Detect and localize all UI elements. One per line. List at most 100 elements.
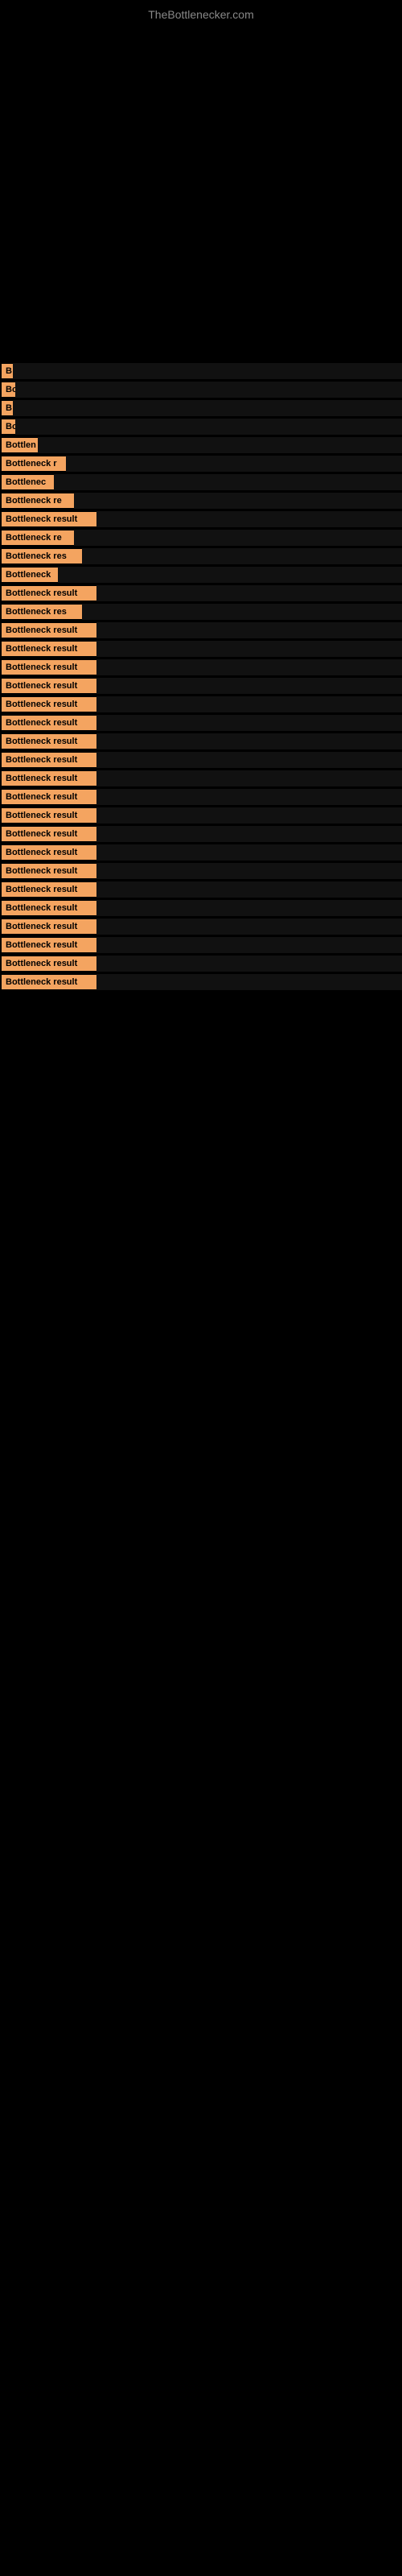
bottleneck-item: Bottleneck result xyxy=(0,844,402,861)
bottleneck-bar-bg xyxy=(15,419,402,435)
bottleneck-label: Bottleneck result xyxy=(2,734,96,749)
bottleneck-label: Bottleneck result xyxy=(2,753,96,767)
bottleneck-bar-bg xyxy=(96,900,402,916)
bottleneck-bar-bg xyxy=(54,474,402,490)
bottleneck-item: Bottleneck r xyxy=(0,456,402,472)
bottleneck-bar-bg xyxy=(82,548,402,564)
bottleneck-item: Bottleneck result xyxy=(0,641,402,657)
bottleneck-item: Bottleneck result xyxy=(0,789,402,805)
bottleneck-item: Bottleneck result xyxy=(0,900,402,916)
bottleneck-bar-bg xyxy=(66,456,402,472)
bottleneck-label: Bottlen xyxy=(2,438,38,452)
bottleneck-item: Bottleneck result xyxy=(0,733,402,749)
bottleneck-bar-bg xyxy=(96,511,402,527)
bottleneck-label: Bottleneck result xyxy=(2,882,96,897)
bottleneck-bar-bg xyxy=(96,585,402,601)
bottleneck-item: Bottleneck result xyxy=(0,752,402,768)
bottleneck-item: Bottleneck result xyxy=(0,715,402,731)
bottleneck-bar-bg xyxy=(96,863,402,879)
bottleneck-item: Bottleneck re xyxy=(0,530,402,546)
bottleneck-bar-bg xyxy=(96,715,402,731)
bottleneck-label: Bottleneck result xyxy=(2,679,96,693)
bottleneck-item: Bottleneck result xyxy=(0,807,402,824)
bottleneck-item: Bottleneck result xyxy=(0,659,402,675)
bottleneck-bar-bg xyxy=(96,622,402,638)
bottleneck-bar-bg xyxy=(96,678,402,694)
bottleneck-label: Bottleneck result xyxy=(2,956,96,971)
bottleneck-items-container: B Bo B Bo Bottlen Bottleneck r Bottlenec Bottle… xyxy=(0,363,402,993)
bottleneck-label: Bottleneck xyxy=(2,568,58,582)
bottleneck-bar-bg xyxy=(74,493,402,509)
bottleneck-label: Bottleneck r xyxy=(2,456,66,471)
bottleneck-label: Bottleneck res xyxy=(2,549,82,564)
bottleneck-item: Bottlenec xyxy=(0,474,402,490)
bottleneck-item: B xyxy=(0,363,402,379)
bottleneck-label: Bottleneck result xyxy=(2,919,96,934)
bottleneck-label: Bottleneck result xyxy=(2,660,96,675)
bottleneck-label: Bottleneck result xyxy=(2,864,96,878)
bottleneck-bar-bg xyxy=(38,437,402,453)
bottleneck-label: Bottleneck re xyxy=(2,493,74,508)
bottleneck-label: Bottlenec xyxy=(2,475,54,489)
bottleneck-item: Bottleneck result xyxy=(0,863,402,879)
bottleneck-item: Bottleneck result xyxy=(0,696,402,712)
bottleneck-label: B xyxy=(2,364,13,378)
bottleneck-item: Bottleneck result xyxy=(0,826,402,842)
bottleneck-label: Bottleneck result xyxy=(2,938,96,952)
bottleneck-bar-bg xyxy=(82,604,402,620)
bottleneck-item: Bo xyxy=(0,382,402,398)
bottleneck-bar-bg xyxy=(96,770,402,786)
bottleneck-item: Bottleneck result xyxy=(0,678,402,694)
chart-area xyxy=(0,25,402,363)
bottleneck-label: Bottleneck result xyxy=(2,716,96,730)
bottleneck-label: Bottleneck result xyxy=(2,586,96,601)
site-title: TheBottlenecker.com xyxy=(0,0,402,25)
bottleneck-label: Bottleneck result xyxy=(2,771,96,786)
bottleneck-bar-bg xyxy=(96,919,402,935)
bottleneck-item: Bottleneck result xyxy=(0,937,402,953)
bottleneck-label: Bottleneck result xyxy=(2,975,96,989)
bottleneck-item: Bottleneck result xyxy=(0,919,402,935)
bottleneck-bar-bg xyxy=(13,400,402,416)
bottleneck-bar-bg xyxy=(96,733,402,749)
bottleneck-bar-bg xyxy=(96,937,402,953)
bottleneck-item: Bottleneck xyxy=(0,567,402,583)
bottleneck-bar-bg xyxy=(96,659,402,675)
bottleneck-label: Bottleneck re xyxy=(2,530,74,545)
bottleneck-item: Bottleneck result xyxy=(0,881,402,898)
bottleneck-label: Bottleneck result xyxy=(2,808,96,823)
bottleneck-bar-bg xyxy=(13,363,402,379)
bottleneck-label: Bottleneck result xyxy=(2,901,96,915)
bottleneck-item: Bottleneck res xyxy=(0,604,402,620)
bottleneck-label: B xyxy=(2,401,13,415)
bottleneck-item: Bottleneck result xyxy=(0,770,402,786)
bottleneck-bar-bg xyxy=(96,826,402,842)
bottleneck-bar-bg xyxy=(58,567,402,583)
bottleneck-label: Bottleneck result xyxy=(2,512,96,526)
bottleneck-label: Bottleneck res xyxy=(2,605,82,619)
bottleneck-label: Bottleneck result xyxy=(2,642,96,656)
bottleneck-item: Bottleneck result xyxy=(0,974,402,990)
bottleneck-label: Bottleneck result xyxy=(2,845,96,860)
bottleneck-bar-bg xyxy=(96,974,402,990)
bottleneck-bar-bg xyxy=(96,789,402,805)
bottleneck-item: Bottleneck res xyxy=(0,548,402,564)
bottleneck-item: Bottleneck result xyxy=(0,956,402,972)
bottleneck-label: Bottleneck result xyxy=(2,697,96,712)
bottleneck-label: Bottleneck result xyxy=(2,623,96,638)
bottleneck-bar-bg xyxy=(96,752,402,768)
bottleneck-bar-bg xyxy=(96,696,402,712)
bottleneck-item: Bottleneck result xyxy=(0,511,402,527)
bottleneck-label: Bo xyxy=(2,382,15,397)
bottleneck-bar-bg xyxy=(96,956,402,972)
bottleneck-item: Bottleneck re xyxy=(0,493,402,509)
bottleneck-item: Bottleneck result xyxy=(0,585,402,601)
bottleneck-bar-bg xyxy=(96,807,402,824)
bottleneck-bar-bg xyxy=(15,382,402,398)
bottleneck-item: Bo xyxy=(0,419,402,435)
bottleneck-label: Bottleneck result xyxy=(2,827,96,841)
bottleneck-bar-bg xyxy=(96,844,402,861)
bottleneck-item: Bottleneck result xyxy=(0,622,402,638)
bottleneck-label: Bottleneck result xyxy=(2,790,96,804)
bottleneck-item: B xyxy=(0,400,402,416)
